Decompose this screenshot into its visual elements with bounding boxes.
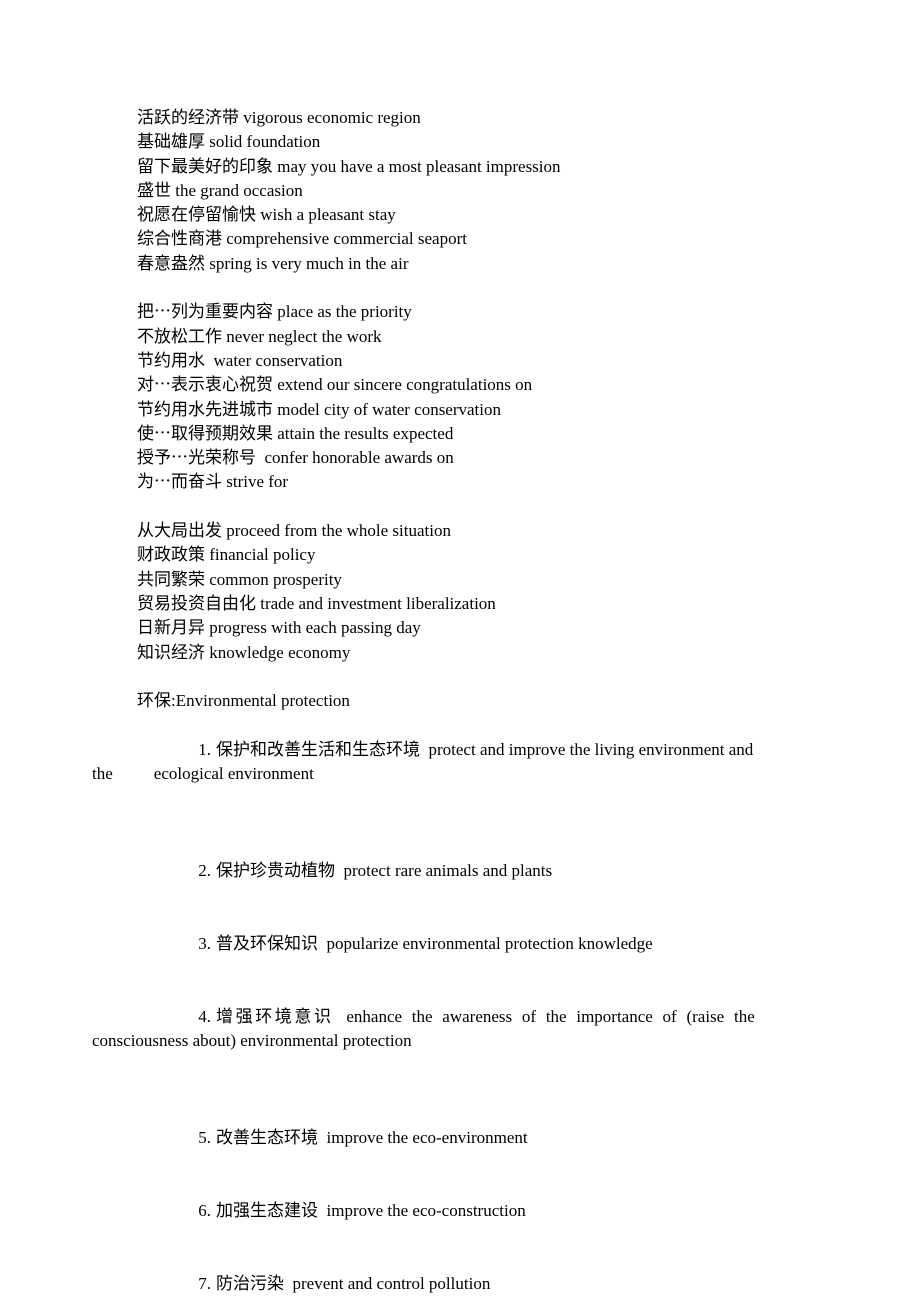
list-item-english: prevent and control pollution	[292, 1274, 491, 1294]
glossary-line: 授予⋯光荣称号 confer honorable awards on	[137, 448, 454, 468]
list-item-gap	[318, 1201, 327, 1220]
list-item-number: 2.	[198, 861, 211, 881]
section-heading: 环保:Environmental protection	[137, 691, 350, 711]
list-item-chinese: 加强生态建设	[216, 1201, 318, 1221]
list-item-chinese: 增强环境意识	[216, 1006, 334, 1026]
glossary-line: 使⋯取得预期效果 attain the results expected	[137, 423, 454, 443]
list-item-gap	[284, 1274, 293, 1293]
list-item-english: protect and improve the living environme…	[428, 739, 754, 759]
glossary-block-1: 活跃的经济带 vigorous economic region 基础雄厚 sol…	[137, 106, 787, 276]
list-item-chinese: 保护和改善生活和生态环境	[216, 739, 420, 759]
list-item-number: 7.	[198, 1274, 211, 1294]
glossary-line: 共同繁荣 common prosperity	[137, 569, 342, 589]
list-item-english: improve the eco-environment	[326, 1128, 528, 1148]
glossary-line: 为⋯而奋斗 strive for	[137, 472, 289, 492]
list-item-number: 5.	[198, 1128, 211, 1148]
environmental-protection-list: 1. 保护和改善生活和生态环境 protect and improve the l…	[92, 713, 787, 1302]
document-page: 活跃的经济带 vigorous economic region 基础雄厚 sol…	[0, 0, 920, 1302]
list-item-chinese: 普及环保知识	[216, 934, 318, 954]
list-item-english: protect rare animals and plants	[343, 861, 553, 881]
glossary-line: 把⋯列为重要内容 place as the priority	[137, 302, 412, 322]
glossary-line: 春意盎然 spring is very much in the air	[137, 253, 409, 273]
continuation-rest: ecological environment	[153, 764, 314, 784]
list-item-number: 6.	[198, 1201, 211, 1221]
glossary-line: 对⋯表示衷心祝贺 extend our sincere congratulati…	[137, 375, 533, 395]
glossary-line: 综合性商港 comprehensive commercial seaport	[137, 229, 467, 249]
list-item: 4. 增强环境意识 enhance the awareness of the im…	[92, 981, 787, 1102]
list-item: 7. 防治污染 prevent and control pollution	[137, 1248, 787, 1302]
list-item: 1. 保护和改善生活和生态环境 protect and improve the l…	[92, 713, 787, 834]
list-item-gap	[420, 740, 429, 759]
glossary-line: 节约用水 water conservation	[137, 350, 343, 370]
list-item-number: 1.	[198, 739, 211, 759]
glossary-line: 活跃的经济带 vigorous economic region	[137, 108, 421, 127]
list-item-chinese: 改善生态环境	[216, 1128, 318, 1148]
continuation-lead: the	[92, 764, 113, 784]
list-item-number: 3.	[198, 934, 211, 954]
glossary-line: 基础雄厚 solid foundation	[137, 132, 321, 152]
glossary-line: 节约用水先进城市 model city of water conservatio…	[137, 399, 502, 419]
list-item-chinese: 防治污染	[216, 1274, 284, 1294]
glossary-block-2: 把⋯列为重要内容 place as the priority 不放松工作 nev…	[137, 300, 787, 494]
list-item-number: 4.	[198, 1006, 211, 1026]
glossary-line: 盛世 the grand occasion	[137, 180, 303, 200]
list-item-continuation: consciousness about) environmental prote…	[92, 1031, 412, 1051]
list-item-continuation: the ecological environment	[92, 762, 787, 786]
glossary-line: 祝愿在停留愉快 wish a pleasant stay	[137, 205, 396, 225]
list-item: 6. 加强生态建设 improve the eco-construction	[137, 1175, 787, 1248]
list-item-english: enhance the awareness of the importance …	[346, 1006, 755, 1026]
text-frame: 活跃的经济带 vigorous economic region 基础雄厚 sol…	[92, 106, 787, 1302]
list-item: 5. 改善生态环境 improve the eco-environment	[137, 1102, 787, 1175]
glossary-line: 留下最美好的印象 may you have a most pleasant im…	[137, 156, 561, 176]
glossary-line: 知识经济 knowledge economy	[137, 642, 351, 662]
list-item-chinese: 保护珍贵动植物	[216, 861, 335, 881]
glossary-line: 日新月异 progress with each passing day	[137, 618, 421, 638]
list-item-gap	[318, 1128, 327, 1147]
glossary-line: 贸易投资自由化 trade and investment liberalizat…	[137, 593, 496, 613]
list-item: 3. 普及环保知识 popularize environmental protec…	[137, 908, 787, 981]
list-item-english: improve the eco-construction	[326, 1201, 526, 1221]
glossary-block-3: 从大局出发 proceed from the whole situation 财…	[137, 519, 787, 665]
glossary-line: 不放松工作 never neglect the work	[137, 326, 382, 346]
list-item-gap	[335, 861, 344, 880]
list-item: 2. 保护珍贵动植物 protect rare animals and plant…	[137, 835, 787, 908]
glossary-line: 财政政策 financial policy	[137, 545, 316, 565]
glossary-line: 从大局出发 proceed from the whole situation	[137, 521, 451, 541]
list-item-english: popularize environmental protection know…	[326, 934, 653, 954]
list-item-gap	[334, 1007, 347, 1026]
list-item-gap	[318, 934, 327, 953]
